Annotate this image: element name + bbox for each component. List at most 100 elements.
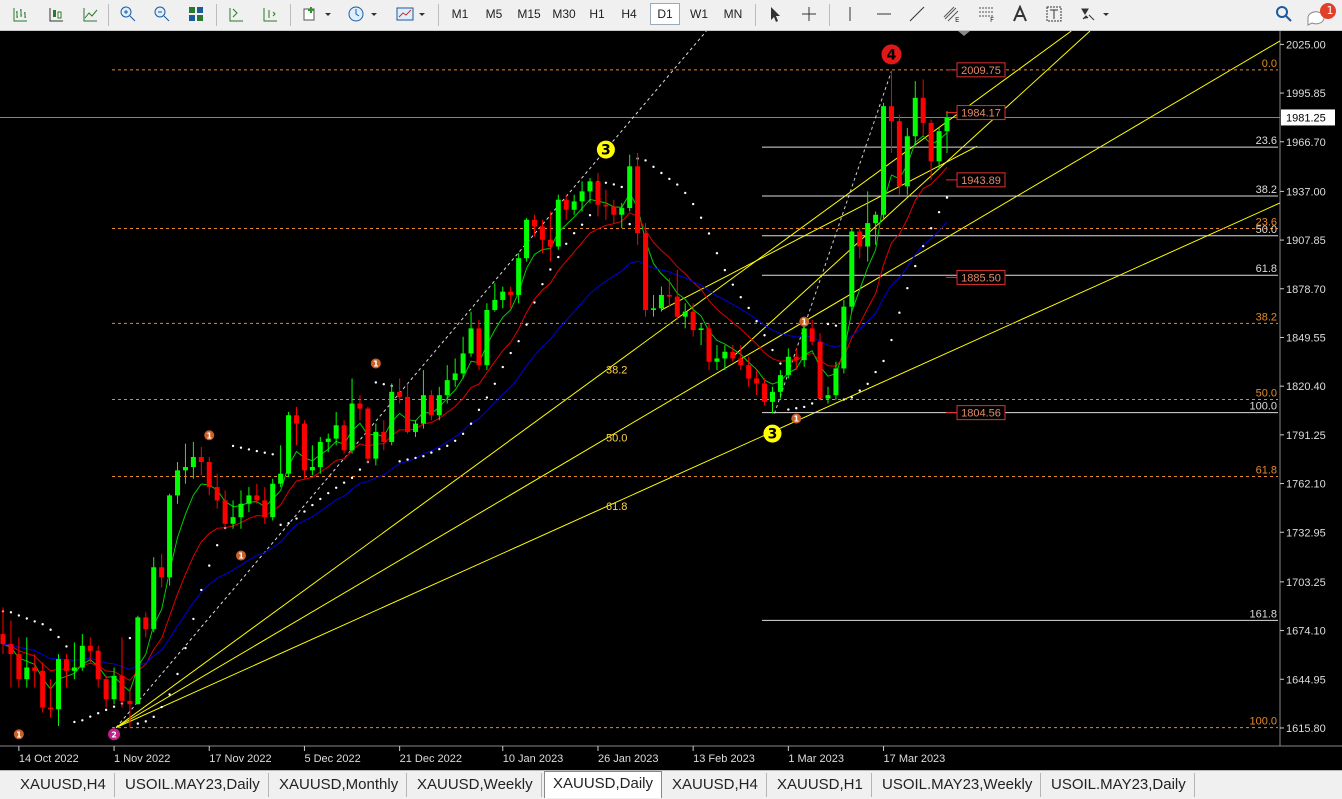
candle-body: [690, 311, 696, 331]
candle-body: [547, 239, 553, 247]
candle-body: [476, 328, 482, 366]
candle-body: [278, 473, 284, 484]
candle-body: [48, 707, 54, 710]
candle-body: [587, 181, 593, 192]
chart-tab[interactable]: XAUUSD,H1: [769, 773, 872, 797]
candle-body: [389, 391, 395, 442]
candle-body: [373, 431, 379, 459]
candle-body: [643, 233, 649, 310]
candle-body: [95, 650, 101, 680]
chart-tab[interactable]: XAUUSD,Daily: [544, 771, 663, 798]
indicators-icon[interactable]: [298, 3, 334, 25]
tile-windows-icon[interactable]: [184, 3, 208, 25]
chart-shift-icon[interactable]: [258, 3, 282, 25]
sar-dot: [414, 456, 417, 460]
horizontal-line-icon[interactable]: [872, 3, 896, 25]
sar-dot: [287, 521, 290, 525]
fib-retracement-label: 38.2: [1256, 311, 1277, 323]
line-chart-icon[interactable]: [78, 3, 102, 25]
zoom-in-icon[interactable]: [116, 3, 140, 25]
price-tick-label: 1615.80: [1286, 723, 1326, 735]
periodicity-icon[interactable]: [344, 3, 380, 25]
notification-icon[interactable]: 1: [1306, 3, 1338, 26]
text-label-icon[interactable]: [1042, 3, 1066, 25]
candle-body: [682, 311, 688, 317]
templates-icon[interactable]: [392, 3, 428, 25]
chart-tab[interactable]: USOIL.MAY23,Daily: [1043, 773, 1195, 797]
fib-expansion-label: 50.0: [1256, 224, 1277, 236]
timeframe-m1[interactable]: M1: [447, 3, 473, 25]
sar-dot: [358, 468, 362, 471]
date-tick-label: 10 Jan 2023: [503, 753, 564, 765]
fibonacci-icon[interactable]: F: [974, 3, 1000, 25]
timeframe-h4[interactable]: H4: [615, 3, 643, 25]
sar-dot: [691, 202, 695, 206]
candle-body: [873, 214, 879, 224]
notification-count: 1: [1326, 4, 1334, 17]
chart-tab[interactable]: USOIL.MAY23,Daily: [117, 773, 269, 797]
auto-scroll-icon[interactable]: [224, 3, 248, 25]
sar-dot: [446, 444, 449, 448]
timeframe-mn[interactable]: MN: [718, 3, 748, 25]
search-icon[interactable]: [1272, 3, 1296, 25]
cursor-icon[interactable]: [763, 3, 787, 25]
sar-dot: [644, 159, 647, 162]
sar-dot: [168, 693, 171, 696]
candle-body: [595, 181, 601, 205]
price-tick-label: 1820.40: [1286, 381, 1326, 393]
equidistant-channel-icon[interactable]: E: [939, 3, 965, 25]
sar-dot: [937, 210, 941, 214]
candle-body: [246, 495, 252, 504]
timeframe-m30[interactable]: M30: [548, 3, 580, 25]
bar-chart-icon[interactable]: [8, 3, 32, 25]
shapes-icon[interactable]: [1076, 3, 1112, 25]
price-tick-label: 1732.95: [1286, 527, 1326, 539]
candle-body: [24, 667, 30, 680]
trendline-icon[interactable]: [905, 3, 929, 25]
chart-tab[interactable]: XAUUSD,Weekly: [409, 773, 542, 797]
price-tag-text: 1885.50: [961, 272, 1001, 284]
candle-body: [56, 659, 62, 710]
vertical-line-icon[interactable]: [838, 3, 862, 25]
chart-tab[interactable]: XAUUSD,H4: [12, 773, 115, 797]
sar-dot: [779, 362, 782, 365]
crosshair-icon[interactable]: [797, 3, 821, 25]
timeframe-d1[interactable]: D1: [650, 3, 680, 25]
date-tick-label: 21 Dec 2022: [400, 753, 462, 765]
candle-body: [206, 462, 212, 488]
candle-body: [214, 487, 220, 501]
price-chart[interactable]: 38.2 50.0 61.8 0.0 23.6 38.2 50.0 61.8 100.0 2 3…: [0, 31, 1342, 768]
date-tick-label: 5 Dec 2022: [304, 753, 360, 765]
sar-dot: [517, 340, 520, 343]
candle-body: [175, 470, 181, 496]
sar-dot: [453, 439, 457, 442]
timeframe-m15[interactable]: M15: [513, 3, 545, 25]
chart-tab[interactable]: XAUUSD,H4: [664, 773, 767, 797]
sar-dot: [311, 503, 314, 507]
sar-dot: [557, 255, 560, 259]
chart-tab[interactable]: XAUUSD,Monthly: [271, 773, 408, 797]
zoom-out-icon[interactable]: [150, 3, 174, 25]
date-tick-label: 13 Feb 2023: [693, 753, 755, 765]
sar-dot: [33, 620, 36, 623]
date-tick-label: 26 Jan 2023: [598, 753, 659, 765]
chart-tab[interactable]: USOIL.MAY23,Weekly: [874, 773, 1042, 797]
price-tick-label: 1703.25: [1286, 577, 1326, 589]
candle-body: [16, 654, 22, 680]
candle-body: [468, 328, 474, 354]
candle-body: [452, 373, 458, 381]
svg-text:E: E: [955, 16, 959, 23]
candle-body: [238, 503, 244, 518]
candle-body: [71, 667, 77, 671]
candle-body: [516, 258, 522, 295]
timeframe-m5[interactable]: M5: [480, 3, 508, 25]
timeframe-w1[interactable]: W1: [685, 3, 713, 25]
sar-dot: [319, 497, 322, 501]
sar-dot: [239, 446, 243, 449]
candle-chart-icon[interactable]: [44, 3, 68, 25]
candle-body: [254, 495, 260, 501]
text-icon[interactable]: [1008, 3, 1032, 25]
timeframe-h1[interactable]: H1: [583, 3, 611, 25]
sar-dot: [295, 517, 298, 520]
candle-body: [436, 395, 442, 416]
